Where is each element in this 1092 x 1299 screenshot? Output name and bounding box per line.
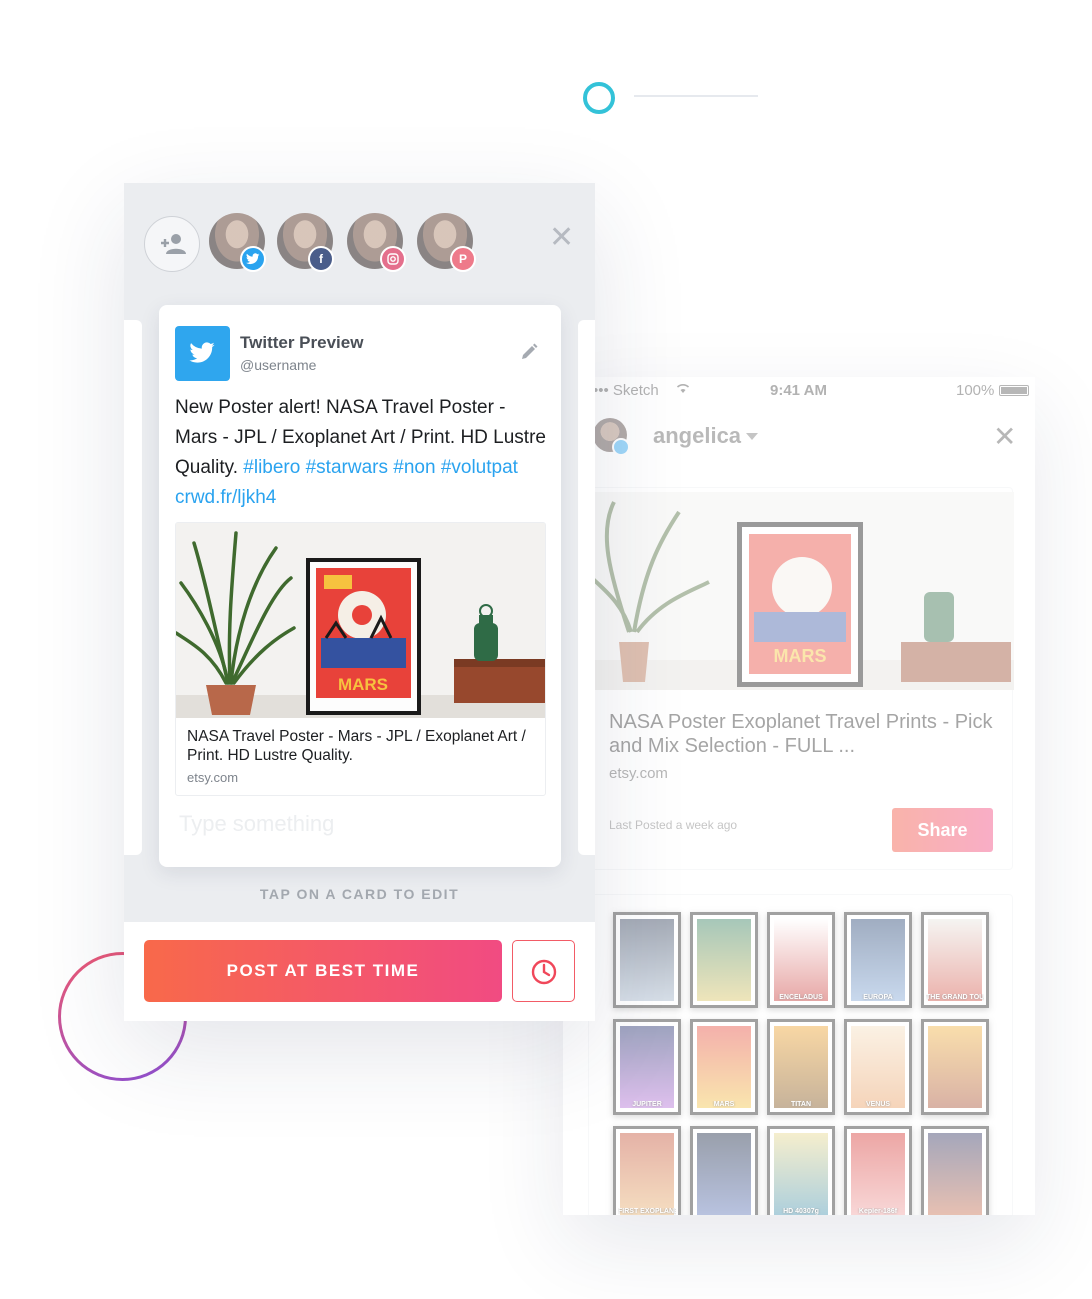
poster-label: THE GRAND TOUR — [926, 994, 984, 1001]
poster-art — [697, 919, 751, 1001]
poster-label: TITAN — [790, 1101, 812, 1108]
status-carrier: ••• Sketch — [593, 382, 659, 399]
poster-art — [620, 1133, 674, 1215]
poster-art — [851, 1026, 905, 1108]
poster-art — [774, 1026, 828, 1108]
tweet-text[interactable]: New Poster alert! NASA Travel Poster - M… — [175, 393, 551, 513]
link-title: NASA Travel Poster - Mars - JPL / Exopla… — [187, 728, 526, 764]
action-bar: POST AT BEST TIME — [124, 922, 595, 1021]
poster-art — [620, 1026, 674, 1108]
poster-thumbnail[interactable]: JUPITER — [613, 1019, 681, 1115]
post-composer: f P ✕ Twitter Preview @username New Post… — [124, 183, 595, 1021]
poster-art — [928, 1133, 982, 1215]
decorative-ring-top — [583, 82, 615, 114]
previous-card-peek[interactable] — [124, 320, 142, 855]
status-bar: ••• Sketch 9:41 AM 100% — [563, 377, 1035, 405]
poster-label: MARS — [713, 1101, 735, 1108]
close-icon[interactable]: ✕ — [549, 223, 574, 253]
poster-thumbnail[interactable] — [690, 912, 758, 1008]
next-card-peek[interactable] — [578, 320, 595, 855]
schedule-button[interactable] — [512, 940, 575, 1002]
wifi-icon — [676, 384, 690, 393]
poster-thumbnail[interactable]: EUROPA — [844, 912, 912, 1008]
poster-label: JUPITER — [632, 1101, 662, 1108]
preview-title: Twitter Preview — [240, 333, 364, 352]
short-link[interactable]: crwd.fr/ljkh4 — [175, 487, 276, 508]
poster-thumbnail[interactable]: Kepler-186f — [844, 1126, 912, 1215]
poster-thumbnail[interactable]: VENUS — [844, 1019, 912, 1115]
poster-art — [774, 919, 828, 1001]
poster-art — [697, 1133, 751, 1215]
poster-label: ENCELADUS — [779, 994, 823, 1001]
decorative-line — [634, 95, 758, 97]
facebook-icon: f — [308, 246, 334, 272]
poster-photo: MARS — [589, 492, 1014, 690]
add-account-button[interactable] — [144, 216, 200, 272]
poster-art — [620, 919, 674, 1001]
hashtag[interactable]: #volutpat — [441, 457, 518, 478]
link-title: NASA Poster Exoplanet Travel Prints - Pi… — [609, 711, 993, 757]
poster-label: FIRST EXOPLANET — [618, 1208, 676, 1215]
close-icon[interactable]: ✕ — [993, 423, 1016, 451]
poster-art — [851, 919, 905, 1001]
twitter-badge-icon — [612, 438, 630, 456]
poster-grid: ENCELADUS EUROPA THE GRAND TOUR JUPITER MARS… — [588, 894, 1013, 1215]
poster-art — [928, 1026, 982, 1108]
poster-thumbnail[interactable]: TITAN — [767, 1019, 835, 1115]
poster-art — [774, 1133, 828, 1215]
twitter-logo-icon — [175, 326, 230, 381]
poster-thumbnail[interactable] — [690, 1126, 758, 1215]
hashtag[interactable]: #starwars — [306, 457, 388, 478]
link-preview-card[interactable]: MARS NASA Travel Poster - Mars - JPL / E… — [175, 522, 546, 796]
account-selector: f P ✕ — [124, 183, 595, 303]
svg-text:MARS: MARS — [338, 675, 388, 694]
poster-thumbnail[interactable]: HD 40307g — [767, 1126, 835, 1215]
poster-thumbnail[interactable]: ENCELADUS — [767, 912, 835, 1008]
chevron-down-icon[interactable] — [746, 433, 758, 440]
profile-name[interactable]: angelica — [653, 423, 741, 449]
pinterest-icon: P — [450, 246, 476, 272]
poster-thumbnail[interactable]: FIRST EXOPLANET — [613, 1126, 681, 1215]
poster-photo-illustration: MARS — [589, 492, 1014, 690]
poster-thumbnail[interactable] — [921, 1019, 989, 1115]
status-time: 9:41 AM — [770, 382, 827, 399]
twitter-icon — [240, 246, 266, 272]
poster-photo-illustration: MARS — [176, 523, 545, 718]
message-input[interactable]: Type something — [179, 811, 334, 837]
poster-label: HD 40307g — [783, 1208, 819, 1215]
poster-art — [851, 1133, 905, 1215]
instagram-icon — [380, 246, 406, 272]
poster-art — [697, 1026, 751, 1108]
post-at-best-time-button[interactable]: POST AT BEST TIME — [144, 940, 502, 1002]
poster-thumbnail[interactable]: THE GRAND TOUR — [921, 912, 989, 1008]
share-button[interactable]: Share — [892, 808, 993, 852]
hashtag[interactable]: #libero — [243, 457, 300, 478]
svg-text:MARS: MARS — [774, 646, 827, 666]
poster-label: VENUS — [865, 1101, 891, 1108]
poster-label: Kepler-186f — [858, 1208, 898, 1215]
poster-art — [928, 919, 982, 1001]
hashtag[interactable]: #non — [393, 457, 435, 478]
add-user-icon — [161, 234, 186, 254]
poster-thumbnail[interactable] — [921, 1126, 989, 1215]
status-battery-text: 100% — [956, 382, 995, 399]
poster-thumbnail[interactable] — [613, 912, 681, 1008]
poster-label: EUROPA — [863, 994, 893, 1001]
link-preview-image: MARS — [176, 523, 545, 718]
poster-thumbnail[interactable]: MARS — [690, 1019, 758, 1115]
edit-pencil-icon[interactable] — [520, 343, 538, 361]
link-domain: etsy.com — [187, 770, 239, 785]
last-posted-text: Last Posted a week ago — [609, 818, 738, 832]
clock-icon — [531, 959, 557, 985]
link-post-card[interactable]: MARS NASA Poster Exoplanet Travel Prints… — [588, 487, 1014, 870]
preview-handle: @username — [240, 357, 317, 373]
twitter-preview-card[interactable]: Twitter Preview @username New Poster ale… — [159, 305, 561, 867]
tap-hint: TAP ON A CARD TO EDIT — [259, 886, 460, 902]
phone-preview: ••• Sketch 9:41 AM 100% angelica ✕ MARS … — [563, 377, 1035, 1215]
link-domain: etsy.com — [609, 765, 668, 782]
battery-icon — [999, 385, 1029, 396]
